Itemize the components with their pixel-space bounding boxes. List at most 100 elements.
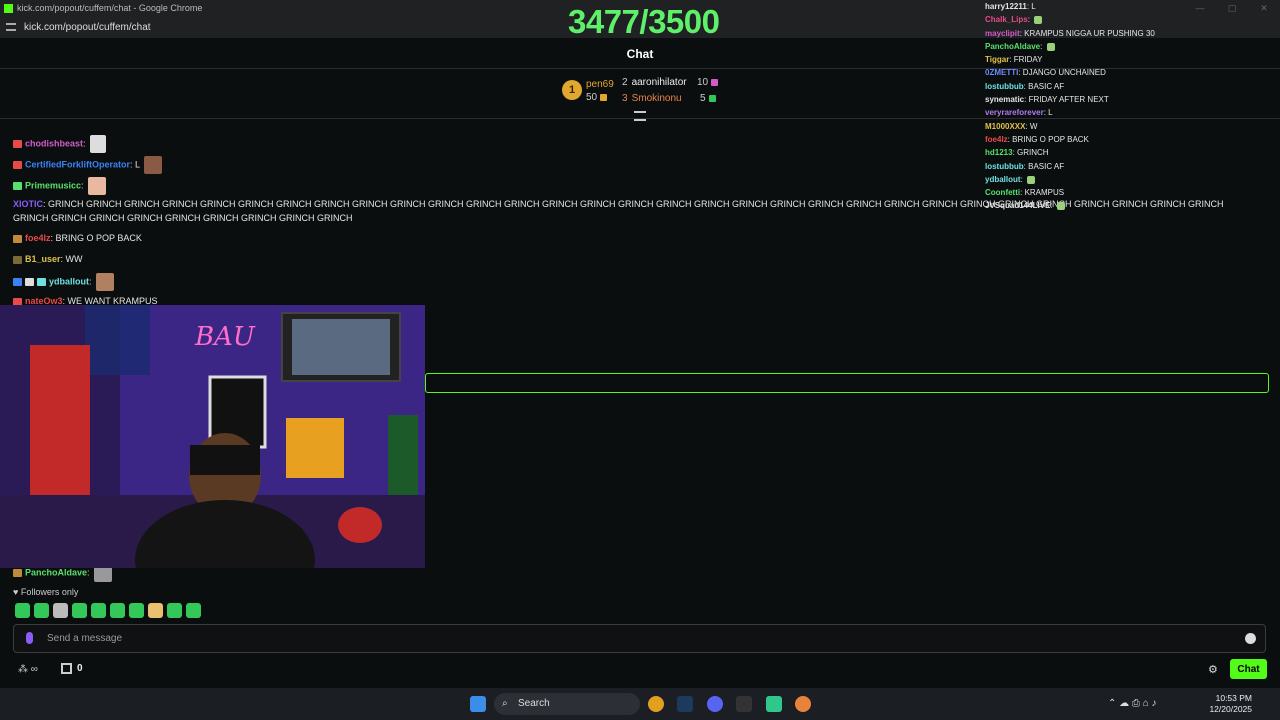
emote-button[interactable] — [129, 603, 144, 618]
overlay-username: synematic — [985, 95, 1025, 105]
overlay-username: lostubbub — [985, 161, 1024, 171]
overlay-chat-row: hd1213: GRINCH — [985, 148, 1049, 158]
quick-emotes — [15, 603, 201, 618]
chat-username[interactable]: XIOTIC — [13, 199, 43, 209]
overlay-chat-row: lostubbub: BASIC AF — [985, 81, 1065, 91]
emote-icon — [90, 135, 107, 153]
webcam-overlay: BAU — [0, 305, 425, 568]
overlay-username: 0ZMETTI — [985, 68, 1019, 78]
kick-logo-icon — [4, 3, 13, 13]
chat-username[interactable]: PanchoAldave — [25, 567, 87, 577]
overlay-chat-row: mayclipit: KRAMPUS NIGGA UR PUSHING 30 — [985, 28, 1155, 38]
overlay-text: BRING O POP BACK — [1012, 134, 1089, 144]
overlay-text: BASIC AF — [1028, 161, 1065, 171]
svg-text:BAU: BAU — [194, 322, 256, 352]
overlay-chat-row: foe4lz: BRING O POP BACK — [985, 134, 1089, 144]
overlay-text: DJANGO UNCHAINED — [1022, 68, 1106, 78]
emote-icon — [1046, 42, 1055, 51]
app-icon[interactable] — [736, 696, 752, 712]
leader-1-name[interactable]: pen69 — [586, 79, 614, 90]
overlay-username: Tiggar — [985, 55, 1010, 65]
rank-2-badge: 2 — [622, 77, 628, 88]
discord-icon[interactable] — [707, 696, 723, 712]
overlay-text: FRIDAY — [1013, 55, 1043, 65]
emote-icon — [88, 177, 107, 195]
emote-icon — [1056, 202, 1065, 211]
tray-icons[interactable]: ⌃ ☁ ⎙ ⌂ ♪ — [1108, 698, 1157, 709]
emote-button[interactable] — [53, 603, 68, 618]
chat-username[interactable]: Primemusicc — [25, 180, 81, 190]
overlay-chat-row: harry12211: L — [985, 2, 1036, 11]
overlay-chat-row: Tiggar: FRIDAY — [985, 55, 1043, 65]
gift-box-icon[interactable] — [61, 663, 72, 674]
emote-button[interactable] — [167, 603, 182, 618]
overlay-username: JVSquad144LIVE — [985, 201, 1051, 211]
overlay-chat-row: M1000XXX: W — [985, 121, 1038, 131]
emote-button[interactable] — [186, 603, 201, 618]
chat-text: L — [135, 159, 140, 170]
overlay-chat-row: ydballout: — [985, 173, 1275, 186]
scroll-to-bottom-icon[interactable] — [634, 111, 646, 121]
subscriber-badge-icon — [13, 234, 22, 243]
system-clock[interactable]: 10:53 PM 12/20/2025 — [1209, 693, 1252, 715]
send-chat-button[interactable]: Chat — [1230, 659, 1267, 679]
overlay-username: Coonfetti — [985, 188, 1021, 198]
chrome-active-icon[interactable] — [795, 696, 811, 712]
overlay-username: foe4lz — [985, 134, 1008, 144]
emote-button[interactable] — [34, 603, 49, 618]
subscriber-badge-icon — [25, 278, 34, 286]
overlay-username: Chalk_Lips — [985, 15, 1028, 25]
url-text[interactable]: kick.com/popout/cuffem/chat — [24, 22, 151, 33]
overlay-username: PanchoAldave — [985, 41, 1041, 51]
overlay-chat-row: 0ZMETTI: DJANGO UNCHAINED — [985, 68, 1106, 78]
overlay-username: lostubbub — [985, 81, 1024, 91]
overlay-chat-row: JVSquad144LIVE: — [985, 199, 1275, 212]
overlay-text: BASIC AF — [1028, 81, 1065, 91]
leader-2-name[interactable]: 2 aaronihilator — [622, 77, 687, 88]
overlay-text: KRAMPUS NIGGA UR PUSHING 30 — [1024, 28, 1155, 38]
overlay-text: L — [1031, 2, 1036, 11]
emote-icon — [1034, 16, 1043, 25]
overlay-chat-row: lostubbub: BASIC AF — [985, 161, 1065, 171]
emote-button[interactable] — [110, 603, 125, 618]
followers-only-notice: ♥ Followers only — [13, 587, 79, 597]
rank-3-badge: 3 — [622, 93, 628, 104]
chat-username[interactable]: ydballout — [49, 276, 89, 286]
chat-text: BRING O POP BACK — [55, 233, 142, 243]
emote-button[interactable] — [15, 603, 30, 618]
chat-text: WW — [65, 254, 83, 264]
chat-username[interactable]: foe4lz — [25, 233, 51, 243]
points-icon[interactable]: ⁂ ∞ — [18, 664, 38, 675]
subscriber-badge-icon — [13, 255, 22, 264]
microphone-icon[interactable] — [26, 632, 33, 644]
chrome-icon[interactable] — [648, 696, 664, 712]
chat-username[interactable]: CertifiedForkliftOperator — [25, 159, 130, 169]
site-info-icon[interactable] — [6, 23, 16, 31]
gift-icon — [708, 94, 716, 102]
emote-icon — [96, 273, 115, 291]
chat-message: B1_user: WW — [13, 252, 1253, 266]
overlay-username: hd1213 — [985, 148, 1013, 158]
emote-button[interactable] — [72, 603, 87, 618]
chat-username[interactable]: B1_user — [25, 254, 61, 264]
windows-start-icon[interactable] — [470, 696, 486, 712]
overlay-username: M1000XXX — [985, 121, 1026, 131]
emote-button[interactable] — [148, 603, 163, 618]
leader-3-name[interactable]: 3 Smokinonu — [622, 93, 682, 104]
emoji-picker-icon[interactable] — [1245, 633, 1256, 644]
overlay-text: W — [1029, 121, 1038, 131]
message-input[interactable]: Send a message — [13, 624, 1266, 653]
steam-icon[interactable] — [677, 696, 693, 712]
taskbar-search[interactable]: ⌕ Search — [494, 693, 640, 715]
verified-badge-icon — [13, 278, 22, 286]
chat-username[interactable]: chodishbeast — [25, 138, 83, 148]
overlay-chat-row: PanchoAldave: — [985, 40, 1275, 53]
chat-message: ydballout: — [13, 273, 1253, 291]
emote-button[interactable] — [91, 603, 106, 618]
windows-taskbar: ⌕ Search ⌃ ☁ ⎙ ⌂ ♪ 10:53 PM 12/20/2025 — [0, 688, 1280, 720]
gifter-badge-icon — [37, 278, 46, 286]
app-icon[interactable] — [766, 696, 782, 712]
settings-gear-icon[interactable]: ⚙ — [1208, 663, 1218, 676]
subscriber-badge-icon — [13, 161, 22, 169]
chat-message: foe4lz: BRING O POP BACK — [13, 231, 1253, 245]
